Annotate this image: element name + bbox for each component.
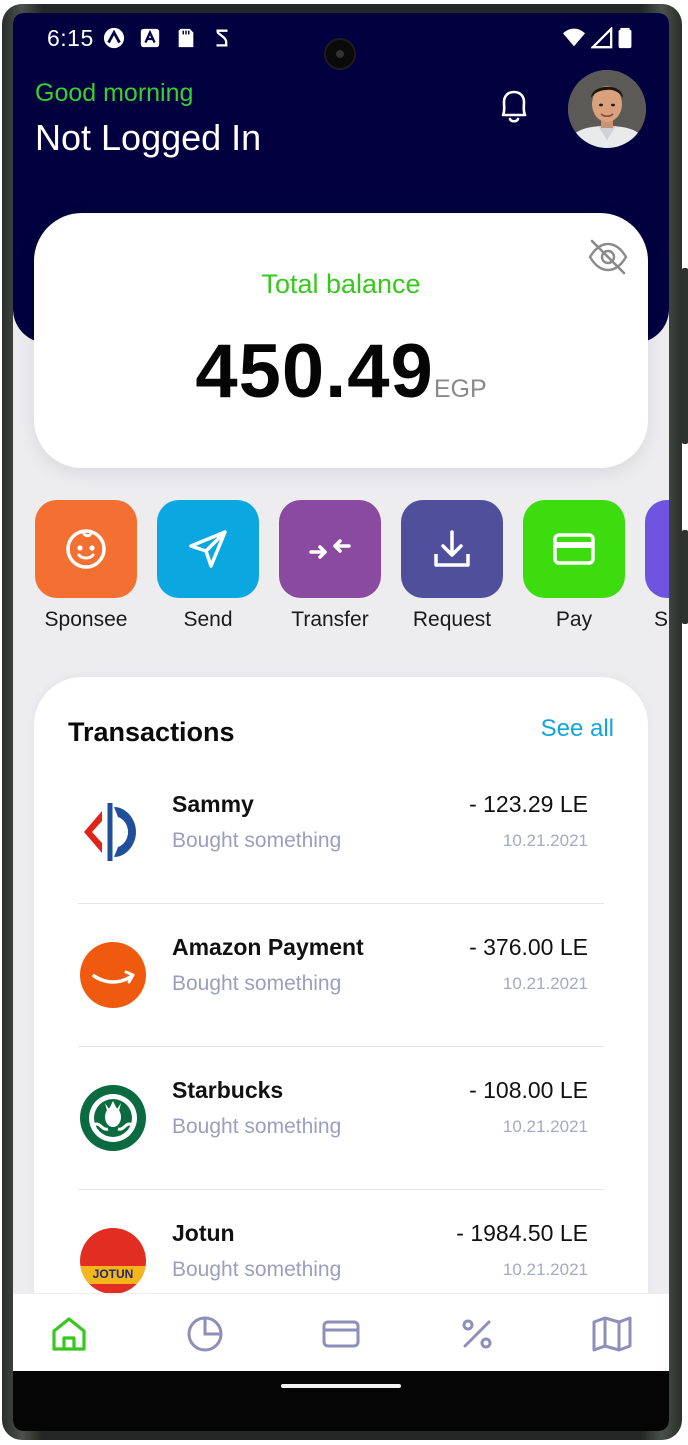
amazon-logo [80,942,146,1008]
transaction-amount: - 1984.50 LE [456,1220,588,1246]
power-button [682,530,688,624]
transaction-amount: - 123.29 LE [469,791,588,817]
transaction-name: Jotun [172,1220,235,1246]
app-screen: 6:15 Good morning Not Logged In Total ba… [13,13,669,1431]
transaction-desc: Bought something [172,972,342,995]
jotun-logo-text: JOTUN [92,1267,134,1281]
action-tile[interactable] [157,500,259,598]
transaction-amount: - 376.00 LE [469,934,588,960]
greeting-text: Good morning [35,79,194,107]
face-icon [66,529,106,569]
action-send[interactable]: Send [156,500,260,632]
action-label: S [654,608,669,631]
action-more[interactable]: S [644,500,669,632]
see-all-link[interactable]: See all [541,715,614,743]
balance-amount: 450.49 [195,329,434,414]
action-pay[interactable]: Pay [522,500,626,632]
transaction-date: 10.21.2021 [502,1260,588,1279]
download-icon [434,530,470,567]
avatar-photo [568,70,646,148]
transactions-card: Transactions See all Sammy Bought someth… [34,677,648,1357]
volume-button [682,268,688,444]
transaction-name: Sammy [172,791,254,817]
front-camera [324,38,356,70]
card-icon[interactable] [319,1312,363,1356]
percent-icon[interactable] [455,1312,499,1356]
amazon-smile-icon [92,970,135,984]
balance-currency: EGP [433,375,487,403]
transaction-desc: Bought something [172,1258,342,1281]
battery-icon [618,27,632,49]
action-label: Request [412,608,492,631]
transaction-date: 10.21.2021 [502,831,588,850]
transaction-row[interactable]: Starbucks Bought something - 108.00 LE 1… [78,1047,604,1190]
transaction-date: 10.21.2021 [502,974,588,993]
app-notification-icon [103,27,125,49]
action-tile[interactable] [645,500,669,598]
action-sponsee[interactable]: Sponsee [34,500,138,632]
home-gesture-handle[interactable] [281,1384,401,1388]
action-tile[interactable] [523,500,625,598]
bottom-navigation [13,1293,669,1371]
transaction-desc: Bought something [172,829,342,852]
action-tile[interactable] [401,500,503,598]
transaction-name: Amazon Payment [172,934,364,960]
action-label: Send [183,608,233,631]
device-frame: 6:15 Good morning Not Logged In Total ba… [0,0,688,1445]
jotun-logo: JOTUN [80,1228,146,1294]
balance-card: Total balance 450.49EGP [34,213,648,468]
send-icon [189,530,227,568]
user-name: Not Logged In [35,117,262,158]
balance-display: 450.49EGP [34,328,648,415]
transaction-name: Starbucks [172,1077,284,1103]
transaction-date: 10.21.2021 [502,1117,588,1136]
transaction-row[interactable]: Amazon Payment Bought something - 376.00… [78,904,604,1047]
wifi-icon [563,28,585,47]
app-notification-icon [140,28,160,48]
status-time: 6:15 [47,25,94,51]
pie-chart-icon[interactable] [183,1312,227,1356]
carrefour-logo-mark [84,803,136,861]
action-request[interactable]: Request [400,500,504,632]
carrefour-logo [80,799,146,865]
home-icon[interactable] [47,1312,91,1356]
balance-label: Total balance [261,269,421,299]
status-bar: 6:15 [13,13,669,70]
quick-actions: Sponsee Send Transfer Request Pay S [34,500,669,640]
action-label: Sponsee [44,608,128,631]
action-transfer[interactable]: Transfer [278,500,382,632]
transaction-amount: - 108.00 LE [469,1077,588,1103]
action-label: Pay [555,608,593,631]
starbucks-siren-icon [89,1094,137,1142]
starbucks-logo [80,1085,146,1151]
avatar[interactable] [568,70,646,148]
transaction-row[interactable]: Sammy Bought something - 123.29 LE 10.21… [78,761,604,904]
map-icon[interactable] [590,1312,634,1356]
signal-icon [591,27,613,49]
card-icon [553,533,595,565]
transaction-desc: Bought something [172,1115,342,1138]
transactions-title: Transactions [68,717,235,747]
sync-icon [216,29,228,47]
system-navigation-bar [13,1371,669,1431]
sd-card-icon [178,28,194,48]
bell-icon[interactable] [493,85,535,127]
action-tile[interactable] [279,500,381,598]
action-label: Transfer [291,608,369,631]
action-tile[interactable] [35,500,137,598]
transfer-icon [309,539,351,559]
